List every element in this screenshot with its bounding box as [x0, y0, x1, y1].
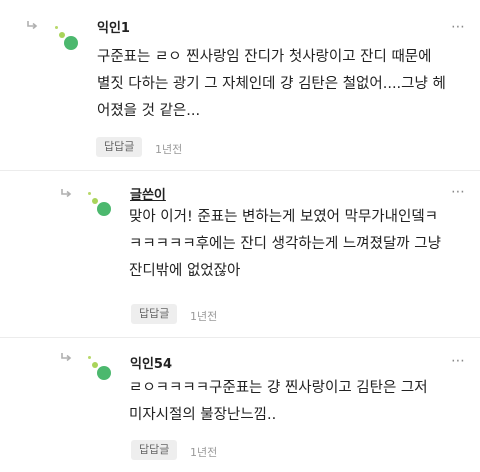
- reply-arrow-icon: [27, 21, 38, 30]
- comment-line: 구준표는 ㄹㅇ 찐사랑임 잔디가 첫사랑이고 잔디 때문에: [97, 49, 432, 65]
- comment-line: 별짓 다하는 광기 그 자체인데 걍 김탄은 철없어....그냥 헤: [97, 76, 446, 92]
- comment-time: 1년전: [190, 310, 218, 323]
- comment-line: 잔디밖에 없었잖아: [129, 263, 241, 279]
- comment-author[interactable]: 글쓴이: [130, 184, 166, 203]
- comment-time: 1년전: [155, 143, 183, 156]
- comment-author[interactable]: 익인1: [97, 17, 130, 36]
- divider: [0, 170, 480, 171]
- comment-line: 맞아 이거! 준표는 변하는게 보였어 막무가내인뎈ㅋ: [129, 209, 438, 225]
- comment-body: ㄹㅇㅋㅋㅋㅋ구준표는 걍 찐사랑이고 김탄은 그저 미자시절의 불장난느낌..: [129, 375, 470, 429]
- comment-author[interactable]: 익인54: [130, 353, 172, 372]
- comment-body: 구준표는 ㄹㅇ 찐사랑임 잔디가 첫사랑이고 잔디 때문에 별짓 다하는 광기 …: [97, 44, 470, 125]
- comment-line: ㅋㅋㅋㅋㅋ후에는 잔디 생각하는게 느껴졌달까 그냥: [129, 236, 441, 252]
- reply-arrow-icon: [61, 189, 72, 198]
- comment-time: 1년전: [190, 446, 218, 459]
- more-dots-icon[interactable]: ⋯: [451, 354, 466, 368]
- reply-button[interactable]: 답답글: [131, 304, 178, 324]
- reply-button[interactable]: 답답글: [131, 440, 178, 460]
- avatar[interactable]: [88, 192, 114, 218]
- comment-line: 미자시절의 불장난느낌..: [129, 407, 277, 423]
- reply-arrow-icon: [61, 353, 72, 362]
- avatar[interactable]: [88, 356, 114, 382]
- comment-line: 어졌을 것 같은...: [97, 103, 201, 119]
- comment-body: 맞아 이거! 준표는 변하는게 보였어 막무가내인뎈ㅋ ㅋㅋㅋㅋㅋ후에는 잔디 …: [129, 204, 470, 285]
- reply-button[interactable]: 답답글: [96, 137, 143, 157]
- divider: [0, 337, 480, 338]
- more-dots-icon[interactable]: ⋯: [451, 185, 466, 199]
- more-dots-icon[interactable]: ⋯: [451, 20, 466, 34]
- comment-line: ㄹㅇㅋㅋㅋㅋ구준표는 걍 찐사랑이고 김탄은 그저: [129, 380, 428, 396]
- avatar[interactable]: [55, 26, 81, 52]
